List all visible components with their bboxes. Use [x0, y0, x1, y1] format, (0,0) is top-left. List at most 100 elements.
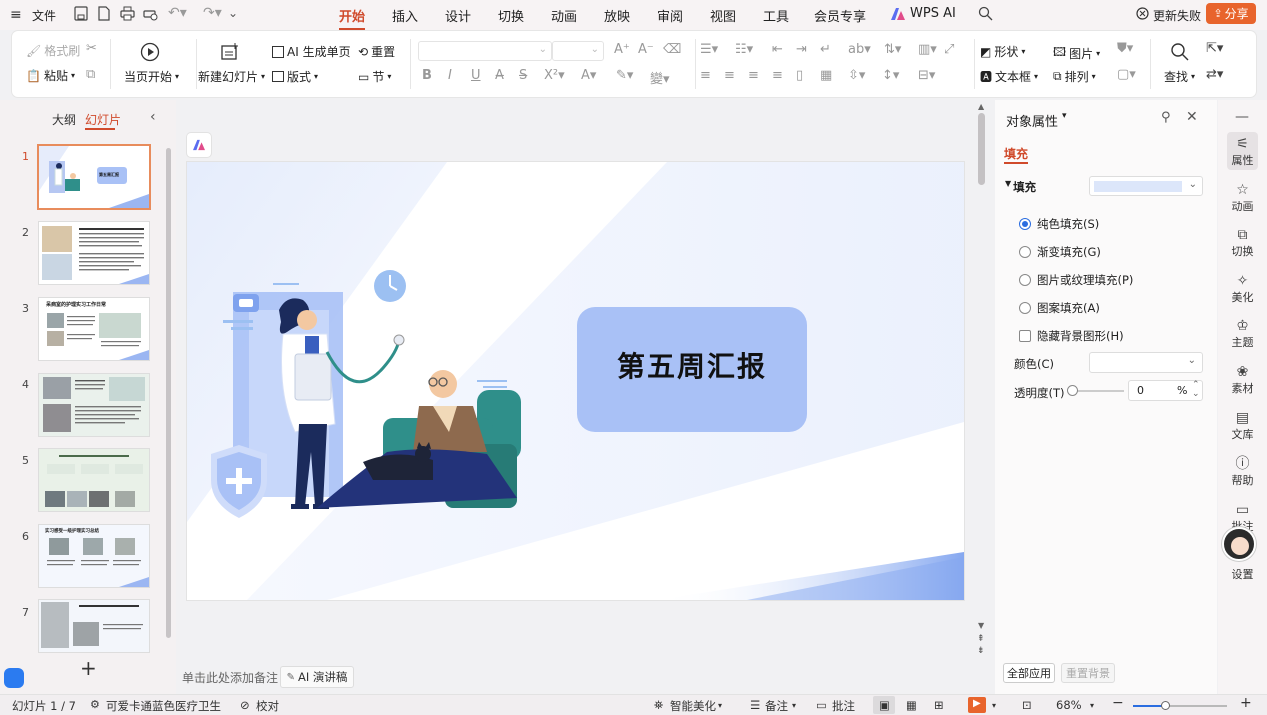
- smart-beautify-button[interactable]: 智能美化: [670, 698, 716, 714]
- numbered-list-icon[interactable]: ☷▾: [735, 42, 753, 57]
- outline-icon[interactable]: ▢▾: [1117, 67, 1136, 82]
- align-right-icon[interactable]: ≡: [748, 68, 759, 83]
- arrange-button[interactable]: ⧉ 排列 ▾: [1053, 68, 1096, 85]
- pin-icon[interactable]: ⚲: [1161, 110, 1171, 125]
- slide-thumbnail-1[interactable]: 第五周汇报: [39, 146, 149, 208]
- transparency-input[interactable]: 0 % ⌃ ⌄: [1128, 380, 1203, 401]
- zoom-out-icon[interactable]: −: [1112, 695, 1124, 711]
- find-button[interactable]: 查找 ▾: [1164, 68, 1195, 85]
- save-icon[interactable]: [74, 6, 88, 21]
- shape-button[interactable]: ◩ 形状 ▾: [980, 43, 1025, 60]
- radio-gradient-fill[interactable]: 渐变填充(G): [1019, 244, 1101, 260]
- slide-title[interactable]: 第五周汇报: [577, 345, 807, 385]
- slide-thumbnail-7[interactable]: [39, 600, 149, 652]
- tab-fill[interactable]: 填充: [1004, 145, 1028, 162]
- textbox-button[interactable]: 🅰 文本框 ▾: [980, 68, 1038, 85]
- replace-icon[interactable]: ⇄▾: [1206, 67, 1223, 82]
- sidebar-item-theme[interactable]: ♔ 主题: [1218, 318, 1267, 350]
- zoom-slider-handle[interactable]: [1161, 701, 1170, 710]
- scroll-up-icon[interactable]: ▲: [978, 102, 984, 111]
- tab-insert[interactable]: 插入: [392, 6, 418, 25]
- slide-thumbnail-3[interactable]: 呆病室的护理实习工作日常: [39, 298, 149, 360]
- font-color-icon[interactable]: A▾: [581, 68, 596, 83]
- layout-button[interactable]: 版式 ▾: [272, 68, 318, 85]
- tab-view[interactable]: 视图: [710, 6, 736, 25]
- sidebar-item-animation[interactable]: ☆ 动画: [1218, 182, 1267, 214]
- app-assistant-icon[interactable]: [4, 668, 24, 688]
- slide-thumbnail-4[interactable]: [39, 374, 149, 436]
- fill-color-dropdown[interactable]: ⌄: [1089, 176, 1203, 196]
- sort-icon[interactable]: ⇅▾: [884, 42, 901, 57]
- share-button[interactable]: ⇪ 分享: [1206, 3, 1256, 24]
- scrollbar-thumb[interactable]: [166, 148, 171, 638]
- tab-slideshow[interactable]: 放映: [604, 6, 630, 25]
- sidebar-item-help[interactable]: ⓘ 帮助: [1218, 456, 1267, 488]
- bullet-list-icon[interactable]: ☰▾: [700, 42, 718, 57]
- apply-all-button[interactable]: 全部应用: [1003, 663, 1055, 683]
- strikethrough-icon[interactable]: A̶: [495, 68, 504, 83]
- minimize-icon[interactable]: —: [1235, 109, 1249, 125]
- tab-outline[interactable]: 大纲: [52, 111, 76, 128]
- play-slideshow-button[interactable]: ▶: [968, 697, 986, 713]
- justify-icon[interactable]: ≡: [772, 68, 783, 83]
- reset-bg-button[interactable]: 重置背景: [1061, 663, 1115, 683]
- fit-window-icon[interactable]: ⊡: [1022, 698, 1032, 712]
- add-slide-button[interactable]: +: [80, 656, 97, 680]
- transparency-slider-handle[interactable]: [1067, 385, 1078, 396]
- update-failed-status[interactable]: 更新失败: [1153, 7, 1201, 24]
- fill-color-icon[interactable]: ⛊▾: [1117, 41, 1133, 56]
- redo-icon[interactable]: ↷▾: [203, 5, 222, 21]
- bold-icon[interactable]: B: [422, 68, 432, 83]
- text-direction-icon[interactable]: ab▾: [848, 42, 871, 57]
- search-icon[interactable]: [978, 6, 993, 21]
- new-slide-icon[interactable]: [220, 42, 240, 62]
- columns-icon[interactable]: ▥▾: [918, 42, 937, 57]
- zoom-in-icon[interactable]: +: [1240, 695, 1252, 711]
- section-button[interactable]: ▭ 节 ▾: [358, 68, 391, 85]
- ai-speech-button[interactable]: ✎ AI 演讲稿: [280, 666, 354, 688]
- prev-slide-icon[interactable]: ⇞: [977, 634, 985, 644]
- line-spacing-icon[interactable]: ↕▾: [882, 68, 899, 83]
- panel-title[interactable]: 对象属性 ▾: [1006, 111, 1067, 130]
- find-icon[interactable]: [1170, 42, 1189, 61]
- cut-icon[interactable]: ✂: [86, 41, 97, 56]
- reset-button[interactable]: ⟲ 重置: [358, 43, 395, 60]
- sidebar-item-library[interactable]: ▤ 文库: [1218, 410, 1267, 442]
- font-size-select[interactable]: ⌄: [552, 41, 604, 61]
- copy-icon[interactable]: ⧉: [86, 67, 95, 82]
- indent-icon[interactable]: ⇥: [796, 42, 807, 57]
- tab-slides[interactable]: 幻灯片: [85, 111, 121, 128]
- font-shrink-icon[interactable]: A⁻: [638, 42, 654, 57]
- select-icon[interactable]: ⇱▾: [1206, 41, 1223, 56]
- picture-button[interactable]: 🖾 图片 ▾: [1053, 43, 1100, 64]
- hide-bg-checkbox[interactable]: 隐藏背景图形(H): [1019, 328, 1124, 344]
- new-slide-button[interactable]: 新建幻灯片 ▾: [198, 68, 265, 85]
- notes-placeholder[interactable]: 单击此处添加备注: [182, 669, 278, 686]
- superscript-icon[interactable]: X²▾: [544, 68, 565, 83]
- color-dropdown[interactable]: ⌄: [1089, 352, 1203, 373]
- convert-icon[interactable]: ⤢: [944, 42, 954, 57]
- print-preview-icon[interactable]: [143, 6, 158, 21]
- slide-thumbnail-5[interactable]: [39, 449, 149, 511]
- tab-home[interactable]: 开始: [339, 6, 366, 30]
- more-chevron-icon[interactable]: ⌄: [228, 6, 238, 20]
- slide-thumbnail-6[interactable]: 实习感受一级护理实习总结: [39, 525, 149, 587]
- sidebar-item-settings[interactable]: 设置: [1218, 566, 1267, 582]
- ai-float-button[interactable]: [187, 133, 211, 157]
- notes-toggle[interactable]: 备注: [765, 698, 788, 714]
- line-break-icon[interactable]: ↵: [820, 42, 831, 57]
- highlight-icon[interactable]: ✎▾: [616, 68, 633, 83]
- export-pdf-icon[interactable]: [97, 6, 111, 21]
- theme-name[interactable]: 可爱卡通蓝色医疗卫生: [106, 698, 221, 714]
- font-name-select[interactable]: ⌄: [418, 41, 552, 61]
- radio-picture-fill[interactable]: 图片或纹理填充(P): [1019, 272, 1133, 288]
- tab-tools[interactable]: 工具: [763, 6, 789, 25]
- ai-generate-button[interactable]: AI 生成单页: [272, 43, 351, 60]
- slide-thumbnail-2[interactable]: [39, 222, 149, 284]
- close-icon[interactable]: ✕: [1186, 109, 1198, 125]
- tab-design[interactable]: 设计: [445, 6, 471, 25]
- fill-section-toggle[interactable]: ▼ 填充: [1005, 179, 1036, 195]
- scroll-down-icon[interactable]: ▼: [978, 621, 984, 630]
- radio-pattern-fill[interactable]: 图案填充(A): [1019, 300, 1100, 316]
- slide-sorter-icon[interactable]: ▦: [906, 698, 917, 712]
